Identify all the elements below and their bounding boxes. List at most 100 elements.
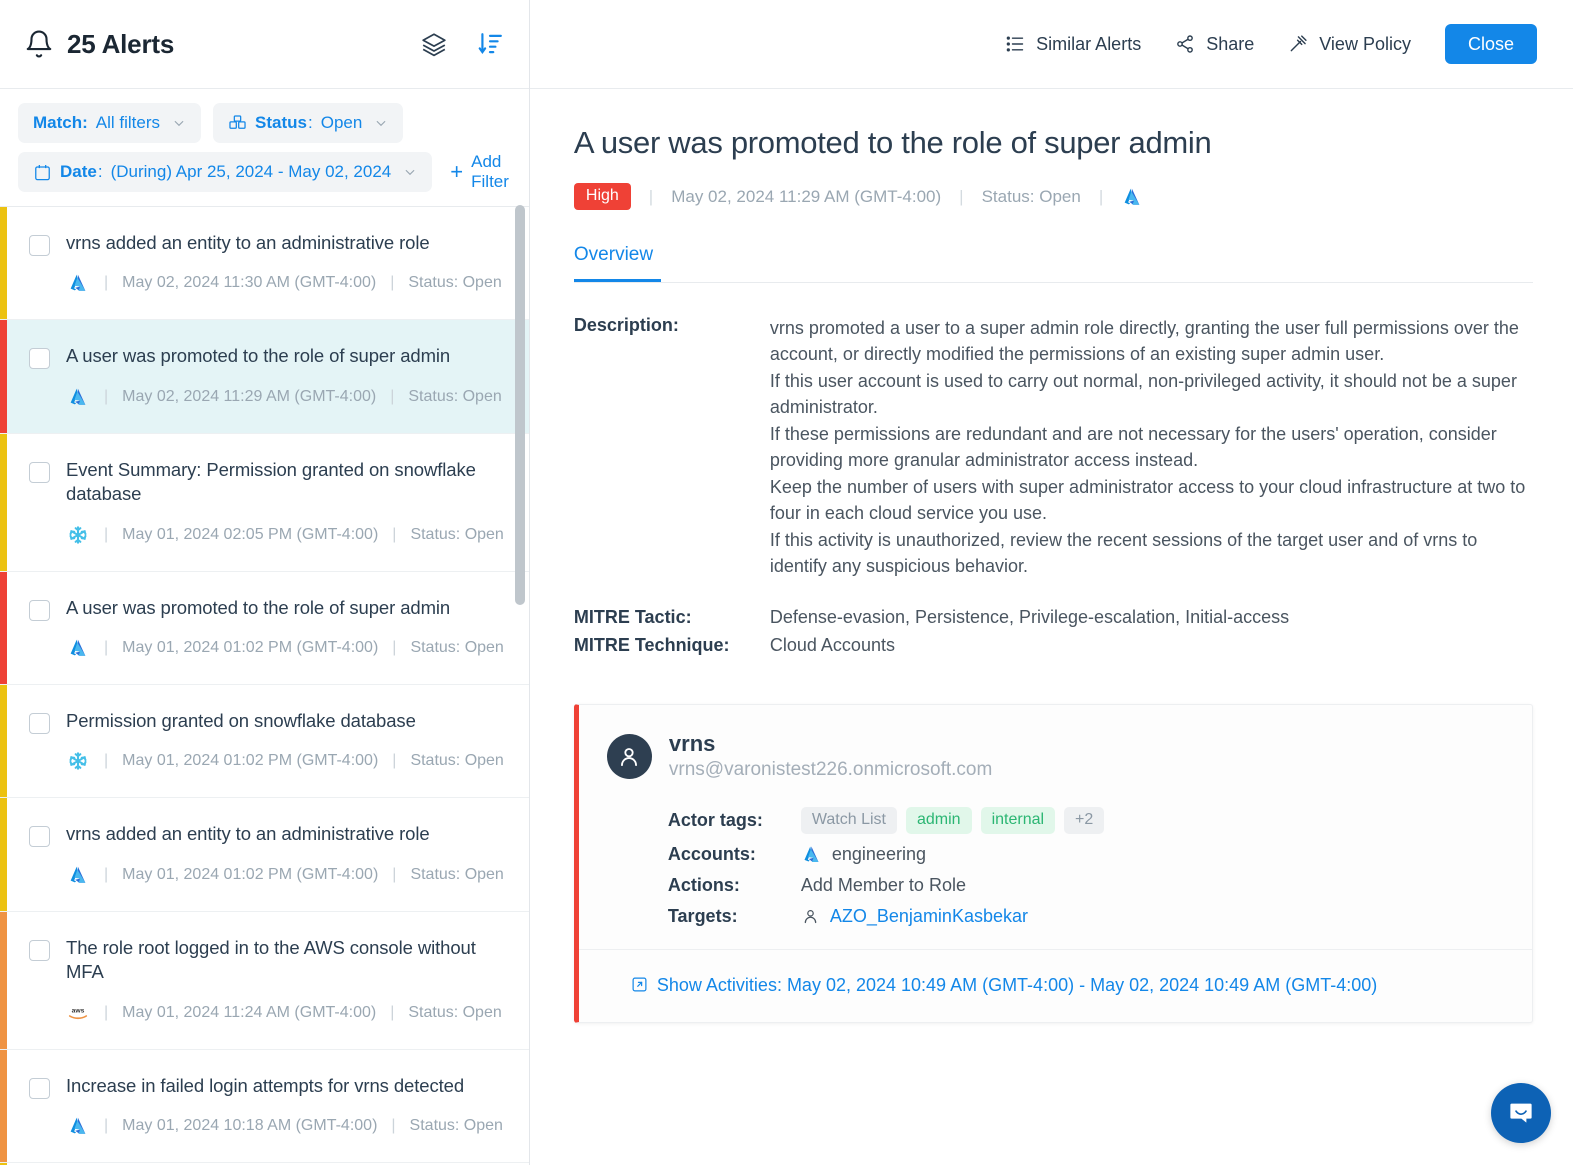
alert-item-title: vrns added an entity to an administrativ…	[66, 823, 430, 845]
actions-label: Actions:	[667, 874, 740, 895]
alert-list-item[interactable]: Increase in failed login attempts for vr…	[0, 1049, 529, 1164]
meta-divider: |	[390, 1003, 395, 1021]
alert-checkbox[interactable]	[29, 348, 50, 370]
alert-list-item[interactable]: Permission granted on snowflake database…	[0, 685, 529, 799]
severity-badge: High	[573, 183, 631, 210]
sort-descending-icon[interactable]	[477, 31, 503, 57]
mitre-tactic-value: Defense-evasion, Persistence, Privilege-…	[769, 606, 1290, 627]
alert-checkbox[interactable]	[29, 235, 50, 256]
share-icon	[1177, 35, 1194, 53]
alert-item-status: Status: Open	[410, 639, 504, 657]
alert-list-scrollbar[interactable]	[514, 205, 525, 605]
actor-tag[interactable]: Watch List	[800, 806, 897, 834]
entity-card: vrns vrns@varonistest226.onmicrosoft.com…	[573, 703, 1533, 1023]
view-policy-button[interactable]: View Policy	[1288, 34, 1411, 55]
meta-divider: |	[104, 387, 109, 405]
match-filter-value: All filters	[95, 113, 161, 132]
policy-gavel-icon	[1290, 35, 1307, 52]
show-activities-link[interactable]: Show Activities: May 02, 2024 10:49 AM (…	[631, 972, 1502, 998]
description-paragraph: If this activity is unauthorized, review…	[769, 529, 1478, 577]
chat-bubble-icon[interactable]	[1491, 1083, 1551, 1143]
alert-list-item[interactable]: vrns added an entity to an administrativ…	[0, 798, 529, 912]
plus-icon: +	[450, 159, 464, 184]
show-activities-label: Show Activities: May 02, 2024 10:49 AM (…	[656, 974, 1378, 995]
alert-list-item[interactable]: A user was promoted to the role of super…	[0, 320, 529, 434]
alert-item-timestamp: May 01, 2024 02:05 PM (GMT-4:00)	[122, 525, 379, 543]
alert-item-body: Increase in failed login attempts for vr…	[66, 1074, 509, 1138]
alert-item-body: vrns added an entity to an administrativ…	[66, 822, 509, 886]
targets-link[interactable]: AZO_BenjaminKasbekar	[830, 906, 1028, 927]
svg-text:aws: aws	[72, 1007, 85, 1014]
filters-row-secondary: Date: (During) Apr 25, 2024 - May 02, 20…	[18, 152, 509, 192]
alerts-panel-header: 25 Alerts	[0, 0, 529, 89]
description-paragraph: vrns promoted a user to a super admin ro…	[769, 318, 1519, 365]
filter-chip-status[interactable]: Status: Open	[213, 103, 404, 143]
add-filter-button[interactable]: + Add Filter	[444, 152, 509, 192]
alert-item-timestamp: May 01, 2024 01:02 PM (GMT-4:00)	[122, 639, 379, 657]
severity-indicator-bar	[0, 685, 7, 798]
severity-indicator-bar	[0, 433, 7, 571]
layers-icon[interactable]	[421, 31, 447, 57]
alert-item-timestamp: May 02, 2024 11:30 AM (GMT-4:00)	[122, 274, 377, 292]
meta-divider: |	[104, 525, 109, 543]
alert-list-item[interactable]: Event Summary: Permission granted on sno…	[0, 433, 529, 572]
tab-overview[interactable]: Overview	[573, 244, 662, 282]
alert-checkbox[interactable]	[29, 461, 50, 483]
azure-icon	[1121, 186, 1143, 208]
severity-indicator-bar	[0, 571, 7, 685]
alert-list-item[interactable]: vrns added an entity to an administrativ…	[0, 207, 529, 321]
targets-label: Targets:	[667, 905, 738, 926]
meta-divider: |	[959, 186, 964, 206]
alert-item-title: Permission granted on snowflake database	[66, 710, 416, 732]
detail-tabs: Overview	[573, 244, 1533, 283]
alert-item-status: Status: Open	[410, 752, 504, 770]
meta-divider: |	[390, 274, 395, 292]
alert-list-item[interactable]: The role root logged in to the AWS conso…	[0, 911, 529, 1050]
alert-checkbox[interactable]	[29, 1077, 50, 1099]
alert-item-body: A user was promoted to the role of super…	[66, 596, 509, 660]
meta-divider: |	[392, 752, 397, 770]
severity-indicator-bar	[0, 1049, 7, 1163]
external-link-icon	[632, 977, 647, 992]
alert-checkbox[interactable]	[29, 826, 50, 848]
date-filter-label: Date	[60, 162, 97, 181]
alerts-console: 25 Alerts Match: All filters Status: Op…	[0, 0, 1573, 1165]
filter-chip-date[interactable]: Date: (During) Apr 25, 2024 - May 02, 20…	[18, 152, 433, 192]
alert-item-timestamp: May 01, 2024 11:24 AM (GMT-4:00)	[122, 1003, 377, 1021]
alert-item-status: Status: Open	[408, 387, 502, 405]
alert-item-title: A user was promoted to the role of super…	[66, 596, 451, 618]
actor-tag[interactable]: +2	[1064, 806, 1105, 834]
actor-tag[interactable]: internal	[980, 806, 1056, 834]
severity-indicator-bar	[0, 207, 7, 320]
alert-item-timestamp: May 02, 2024 11:29 AM (GMT-4:00)	[122, 387, 377, 405]
mitre-section: MITRE Tactic: Defense-evasion, Persisten…	[574, 604, 1533, 660]
entity-name: vrns	[668, 730, 716, 756]
azure-icon	[66, 636, 90, 660]
alert-item-title: Increase in failed login attempts for vr…	[66, 1074, 465, 1096]
alerts-list-panel: 25 Alerts Match: All filters Status: Op…	[0, 0, 530, 1165]
severity-indicator-bar	[0, 320, 7, 433]
actor-tags-value: Watch List admin internal +2	[800, 806, 1502, 834]
filter-chip-match[interactable]: Match: All filters	[18, 103, 202, 143]
alert-checkbox[interactable]	[29, 599, 50, 621]
date-filter-value: (During) Apr 25, 2024 - May 02, 2024	[110, 162, 392, 181]
close-button[interactable]: Close	[1444, 24, 1537, 64]
alert-list-item[interactable]: A user was promoted to the role of super…	[0, 571, 529, 686]
similar-alerts-button[interactable]: Similar Alerts	[1005, 34, 1141, 55]
alert-item-body: Permission granted on snowflake database…	[66, 709, 509, 773]
alert-item-status: Status: Open	[408, 274, 502, 292]
actor-tag[interactable]: admin	[905, 806, 972, 834]
alert-detail-meta: High | May 02, 2024 11:29 AM (GMT-4:00) …	[573, 183, 1533, 210]
azure-icon	[66, 385, 90, 409]
share-button[interactable]: Share	[1175, 34, 1254, 55]
alert-item-status: Status: Open	[408, 1003, 502, 1021]
alert-list[interactable]: vrns added an entity to an administrativ…	[0, 207, 529, 1165]
meta-divider: |	[391, 1117, 396, 1135]
alert-item-body: Event Summary: Permission granted on sno…	[66, 458, 509, 547]
alert-item-timestamp: May 01, 2024 10:18 AM (GMT-4:00)	[122, 1117, 378, 1135]
alert-item-status: Status: Open	[410, 865, 504, 883]
entity-card-top: vrns vrns@varonistest226.onmicrosoft.com…	[579, 705, 1532, 949]
alert-checkbox[interactable]	[29, 939, 50, 961]
alert-checkbox[interactable]	[29, 713, 50, 735]
alerts-header-actions	[421, 31, 503, 57]
